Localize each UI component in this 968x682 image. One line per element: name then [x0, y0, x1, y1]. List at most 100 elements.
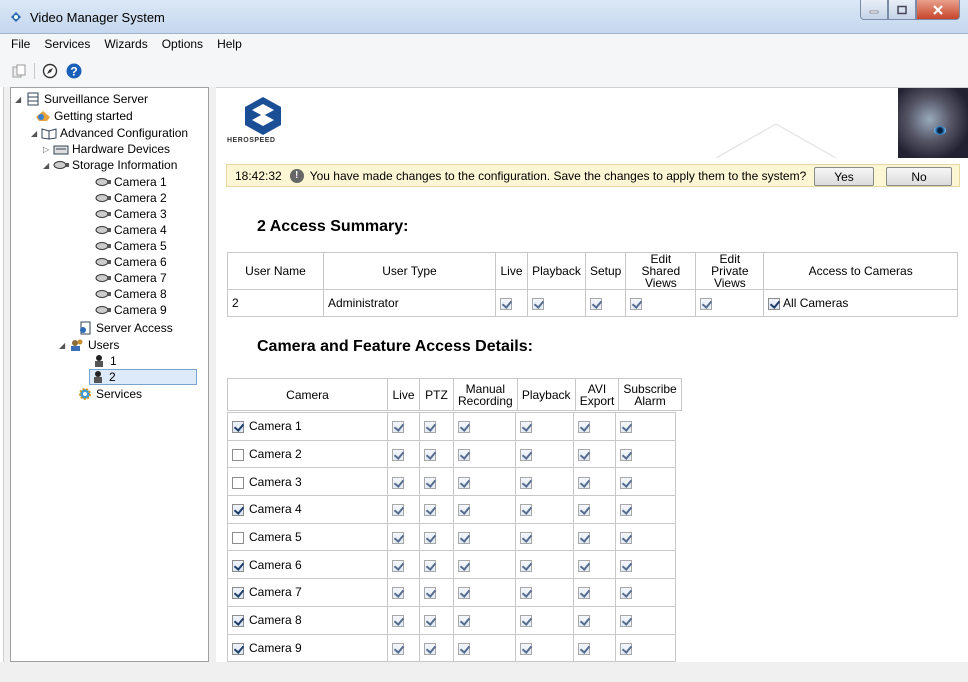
- toolbar-help-button[interactable]: ?: [65, 62, 83, 80]
- live-checkbox[interactable]: [392, 504, 404, 517]
- toolbar-copy-button[interactable]: [10, 62, 28, 80]
- tree-item-camera[interactable]: Camera 7: [95, 270, 167, 286]
- manual-recording-checkbox[interactable]: [458, 504, 470, 517]
- camera-enable-checkbox[interactable]: [232, 421, 244, 434]
- subscribe-alarm-checkbox[interactable]: [620, 421, 632, 434]
- manual-recording-checkbox[interactable]: [458, 587, 470, 600]
- camera-enable-checkbox[interactable]: [232, 448, 244, 461]
- subscribe-alarm-checkbox[interactable]: [620, 614, 632, 627]
- playback-checkbox[interactable]: [520, 642, 532, 655]
- ptz-checkbox[interactable]: [424, 559, 436, 572]
- tree-item-camera[interactable]: Camera 3: [95, 206, 167, 222]
- manual-recording-checkbox[interactable]: [458, 559, 470, 572]
- menu-file[interactable]: File: [4, 37, 37, 51]
- subscribe-alarm-checkbox[interactable]: [620, 476, 632, 489]
- no-button[interactable]: No: [886, 167, 952, 186]
- tree-item-camera[interactable]: Camera 9: [95, 302, 167, 318]
- ptz-checkbox[interactable]: [424, 587, 436, 600]
- subscribe-alarm-checkbox[interactable]: [620, 531, 632, 544]
- tree-item-users[interactable]: ◢ Users: [59, 337, 119, 353]
- tree-item-camera[interactable]: Camera 4: [95, 222, 167, 238]
- collapse-arrow-icon[interactable]: ◢: [31, 129, 41, 138]
- camera-enable-checkbox[interactable]: [232, 504, 244, 517]
- tree-item-user-selected[interactable]: 2: [89, 369, 197, 385]
- menu-services[interactable]: Services: [37, 37, 97, 51]
- subscribe-alarm-checkbox[interactable]: [620, 587, 632, 600]
- collapse-arrow-icon[interactable]: ◢: [59, 341, 69, 350]
- playback-checkbox[interactable]: [520, 504, 532, 517]
- avi-export-checkbox[interactable]: [578, 614, 590, 627]
- playback-checkbox[interactable]: [520, 559, 532, 572]
- ptz-checkbox[interactable]: [424, 448, 436, 461]
- ptz-checkbox[interactable]: [424, 531, 436, 544]
- live-checkbox[interactable]: [392, 476, 404, 489]
- ptz-checkbox[interactable]: [424, 476, 436, 489]
- tree-item-camera[interactable]: Camera 1: [95, 174, 167, 190]
- playback-checkbox[interactable]: [520, 614, 532, 627]
- minimize-button[interactable]: [860, 0, 888, 20]
- manual-recording-checkbox[interactable]: [458, 476, 470, 489]
- subscribe-alarm-checkbox[interactable]: [620, 448, 632, 461]
- tree-item-hardware-devices[interactable]: ▷ Hardware Devices: [43, 141, 170, 157]
- menu-wizards[interactable]: Wizards: [97, 37, 154, 51]
- camera-enable-checkbox[interactable]: [232, 614, 244, 627]
- tree-item-getting-started[interactable]: Getting started: [35, 108, 133, 124]
- live-checkbox[interactable]: [500, 297, 512, 310]
- edit-shared-views-checkbox[interactable]: [630, 297, 643, 310]
- menu-options[interactable]: Options: [155, 37, 210, 51]
- live-checkbox[interactable]: [392, 448, 404, 461]
- subscribe-alarm-checkbox[interactable]: [620, 642, 632, 655]
- maximize-button[interactable]: [888, 0, 916, 20]
- live-checkbox[interactable]: [392, 421, 404, 434]
- avi-export-checkbox[interactable]: [578, 504, 590, 517]
- live-checkbox[interactable]: [392, 531, 404, 544]
- live-checkbox[interactable]: [392, 614, 404, 627]
- live-checkbox[interactable]: [392, 559, 404, 572]
- tree-item-surveillance-server[interactable]: ◢ Surveillance Server: [15, 91, 148, 107]
- edit-private-views-checkbox[interactable]: [700, 297, 713, 310]
- manual-recording-checkbox[interactable]: [458, 448, 470, 461]
- all-cameras-checkbox[interactable]: [768, 297, 781, 310]
- avi-export-checkbox[interactable]: [578, 476, 590, 489]
- avi-export-checkbox[interactable]: [578, 448, 590, 461]
- camera-enable-checkbox[interactable]: [232, 587, 244, 600]
- tree-item-user[interactable]: 1: [91, 353, 117, 369]
- avi-export-checkbox[interactable]: [578, 421, 590, 434]
- playback-checkbox[interactable]: [520, 531, 532, 544]
- avi-export-checkbox[interactable]: [578, 559, 590, 572]
- close-button[interactable]: [916, 0, 960, 20]
- tree-item-advanced-configuration[interactable]: ◢ Advanced Configuration: [31, 125, 188, 141]
- ptz-checkbox[interactable]: [424, 642, 436, 655]
- manual-recording-checkbox[interactable]: [458, 614, 470, 627]
- yes-button[interactable]: Yes: [814, 167, 874, 186]
- avi-export-checkbox[interactable]: [578, 587, 590, 600]
- playback-checkbox[interactable]: [520, 476, 532, 489]
- manual-recording-checkbox[interactable]: [458, 642, 470, 655]
- ptz-checkbox[interactable]: [424, 614, 436, 627]
- camera-enable-checkbox[interactable]: [232, 642, 244, 655]
- playback-checkbox[interactable]: [532, 297, 544, 310]
- toolbar-discover-button[interactable]: [41, 62, 59, 80]
- ptz-checkbox[interactable]: [424, 504, 436, 517]
- avi-export-checkbox[interactable]: [578, 642, 590, 655]
- subscribe-alarm-checkbox[interactable]: [620, 504, 632, 517]
- manual-recording-checkbox[interactable]: [458, 421, 470, 434]
- playback-checkbox[interactable]: [520, 421, 532, 434]
- subscribe-alarm-checkbox[interactable]: [620, 559, 632, 572]
- tree-item-camera[interactable]: Camera 8: [95, 286, 167, 302]
- camera-enable-checkbox[interactable]: [232, 531, 244, 544]
- tree-item-camera[interactable]: Camera 5: [95, 238, 167, 254]
- tree-item-camera[interactable]: Camera 2: [95, 190, 167, 206]
- playback-checkbox[interactable]: [520, 587, 532, 600]
- camera-enable-checkbox[interactable]: [232, 476, 244, 489]
- live-checkbox[interactable]: [392, 642, 404, 655]
- tree-item-server-access[interactable]: Server Access: [77, 320, 173, 336]
- collapse-arrow-icon[interactable]: ◢: [15, 95, 25, 104]
- setup-checkbox[interactable]: [590, 297, 602, 310]
- manual-recording-checkbox[interactable]: [458, 531, 470, 544]
- camera-enable-checkbox[interactable]: [232, 559, 244, 572]
- collapse-arrow-icon[interactable]: ◢: [43, 161, 53, 170]
- ptz-checkbox[interactable]: [424, 421, 436, 434]
- playback-checkbox[interactable]: [520, 448, 532, 461]
- tree-item-services[interactable]: Services: [77, 386, 142, 402]
